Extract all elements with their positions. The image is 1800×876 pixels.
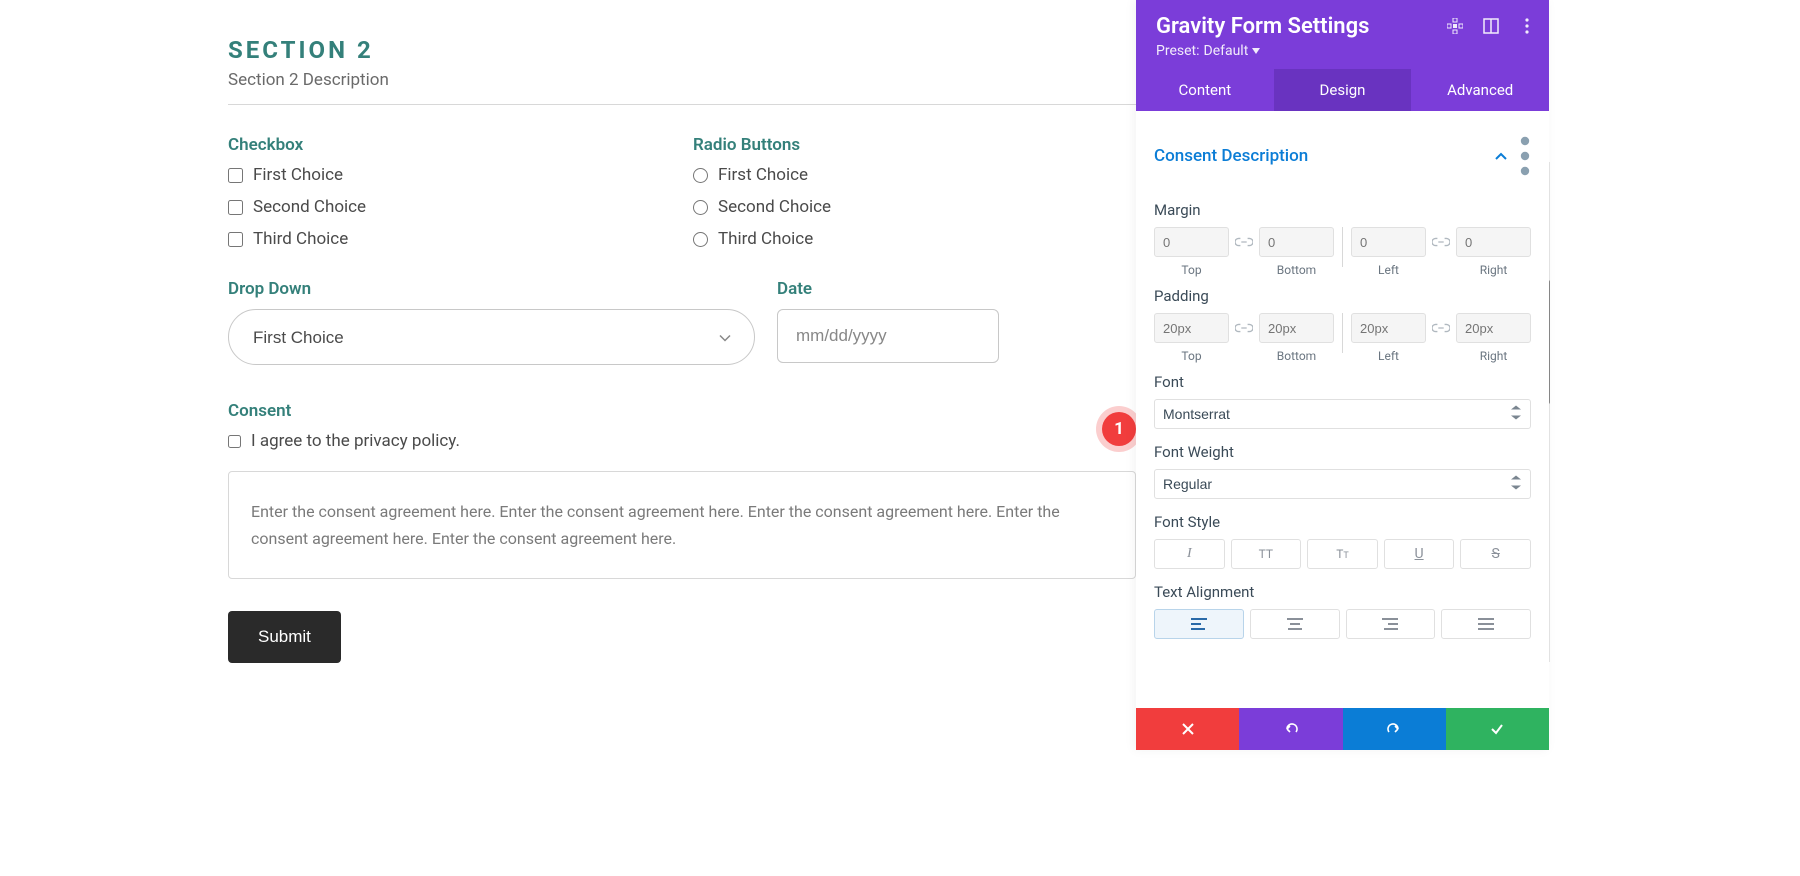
- padding-bottom-input[interactable]: [1259, 313, 1334, 343]
- date-input[interactable]: [777, 309, 999, 363]
- radio-input[interactable]: [693, 168, 708, 183]
- divider: [1342, 227, 1343, 267]
- padding-top-input[interactable]: [1154, 313, 1229, 343]
- margin-bottom-input[interactable]: [1259, 227, 1334, 257]
- margin-label: Margin: [1154, 201, 1531, 219]
- link-icon[interactable]: [1233, 227, 1255, 257]
- consent-agreement-text: Enter the consent agreement here. Enter …: [228, 471, 1136, 579]
- undo-button[interactable]: [1239, 708, 1342, 750]
- dropdown-label: Drop Down: [228, 279, 755, 299]
- more-icon[interactable]: [1519, 135, 1531, 177]
- checkbox-option[interactable]: Third Choice: [228, 229, 671, 249]
- notification-badge: 1: [1102, 412, 1136, 446]
- tab-design[interactable]: Design: [1274, 69, 1412, 111]
- panel-body: Consent Description Margin Top Bottom Le…: [1136, 111, 1549, 708]
- panel-tabs: Content Design Advanced: [1136, 69, 1549, 111]
- align-justify-button[interactable]: [1441, 609, 1531, 639]
- more-icon[interactable]: [1519, 18, 1535, 38]
- padding-label: Padding: [1154, 287, 1531, 305]
- consent-check-text: I agree to the privacy policy.: [251, 431, 460, 451]
- radio-input[interactable]: [693, 232, 708, 247]
- checkbox-input[interactable]: [228, 232, 243, 247]
- columns-icon[interactable]: [1483, 18, 1499, 38]
- uppercase-button[interactable]: TT: [1231, 539, 1302, 569]
- font-style-label: Font Style: [1154, 513, 1531, 531]
- form-canvas: SECTION 2 Section 2 Description Checkbox…: [228, 0, 1136, 663]
- group-consent-description[interactable]: Consent Description: [1154, 125, 1531, 195]
- link-icon[interactable]: [1430, 313, 1452, 343]
- checkbox-option[interactable]: Second Choice: [228, 197, 671, 217]
- align-center-button[interactable]: [1250, 609, 1340, 639]
- text-alignment-label: Text Alignment: [1154, 583, 1531, 601]
- align-right-button[interactable]: [1346, 609, 1436, 639]
- consent-checkbox[interactable]: [228, 435, 241, 448]
- settings-panel: Gravity Form Settings Preset: Default Co…: [1136, 0, 1549, 750]
- redo-button[interactable]: [1343, 708, 1446, 750]
- tab-content[interactable]: Content: [1136, 69, 1274, 111]
- section-description: Section 2 Description: [228, 70, 1136, 105]
- target-icon[interactable]: [1447, 18, 1463, 38]
- link-icon[interactable]: [1233, 313, 1255, 343]
- radio-option[interactable]: Third Choice: [693, 229, 1136, 249]
- smallcaps-button[interactable]: TT: [1307, 539, 1378, 569]
- chevron-up-icon: [1495, 152, 1507, 160]
- section-title: SECTION 2: [228, 36, 1136, 64]
- checkbox-option[interactable]: First Choice: [228, 165, 671, 185]
- cancel-button[interactable]: [1136, 708, 1239, 750]
- preset-selector[interactable]: Preset: Default: [1156, 43, 1529, 59]
- dropdown-select[interactable]: First Choice: [228, 309, 755, 365]
- font-select[interactable]: Montserrat: [1154, 399, 1531, 429]
- radio-label: Radio Buttons: [693, 135, 1136, 155]
- radio-input[interactable]: [693, 200, 708, 215]
- margin-left-input[interactable]: [1351, 227, 1426, 257]
- caret-down-icon: [1252, 48, 1260, 54]
- margin-right-input[interactable]: [1456, 227, 1531, 257]
- font-label: Font: [1154, 373, 1531, 391]
- checkbox-input[interactable]: [228, 168, 243, 183]
- strikethrough-button[interactable]: S: [1460, 539, 1531, 569]
- underline-button[interactable]: U: [1384, 539, 1455, 569]
- margin-top-input[interactable]: [1154, 227, 1229, 257]
- panel-footer: [1136, 708, 1549, 750]
- date-label: Date: [777, 279, 999, 299]
- consent-label: Consent: [228, 401, 1136, 421]
- font-weight-select[interactable]: Regular: [1154, 469, 1531, 499]
- submit-button[interactable]: Submit: [228, 611, 341, 663]
- radio-option[interactable]: Second Choice: [693, 197, 1136, 217]
- align-left-button[interactable]: [1154, 609, 1244, 639]
- checkbox-label: Checkbox: [228, 135, 671, 155]
- link-icon[interactable]: [1430, 227, 1452, 257]
- panel-header: Gravity Form Settings Preset: Default: [1136, 0, 1549, 69]
- padding-right-input[interactable]: [1456, 313, 1531, 343]
- font-weight-label: Font Weight: [1154, 443, 1531, 461]
- save-button[interactable]: [1446, 708, 1549, 750]
- consent-checkbox-row[interactable]: I agree to the privacy policy.: [228, 431, 1136, 451]
- checkbox-input[interactable]: [228, 200, 243, 215]
- divider: [1342, 313, 1343, 353]
- italic-button[interactable]: I: [1154, 539, 1225, 569]
- radio-option[interactable]: First Choice: [693, 165, 1136, 185]
- padding-left-input[interactable]: [1351, 313, 1426, 343]
- tab-advanced[interactable]: Advanced: [1411, 69, 1549, 111]
